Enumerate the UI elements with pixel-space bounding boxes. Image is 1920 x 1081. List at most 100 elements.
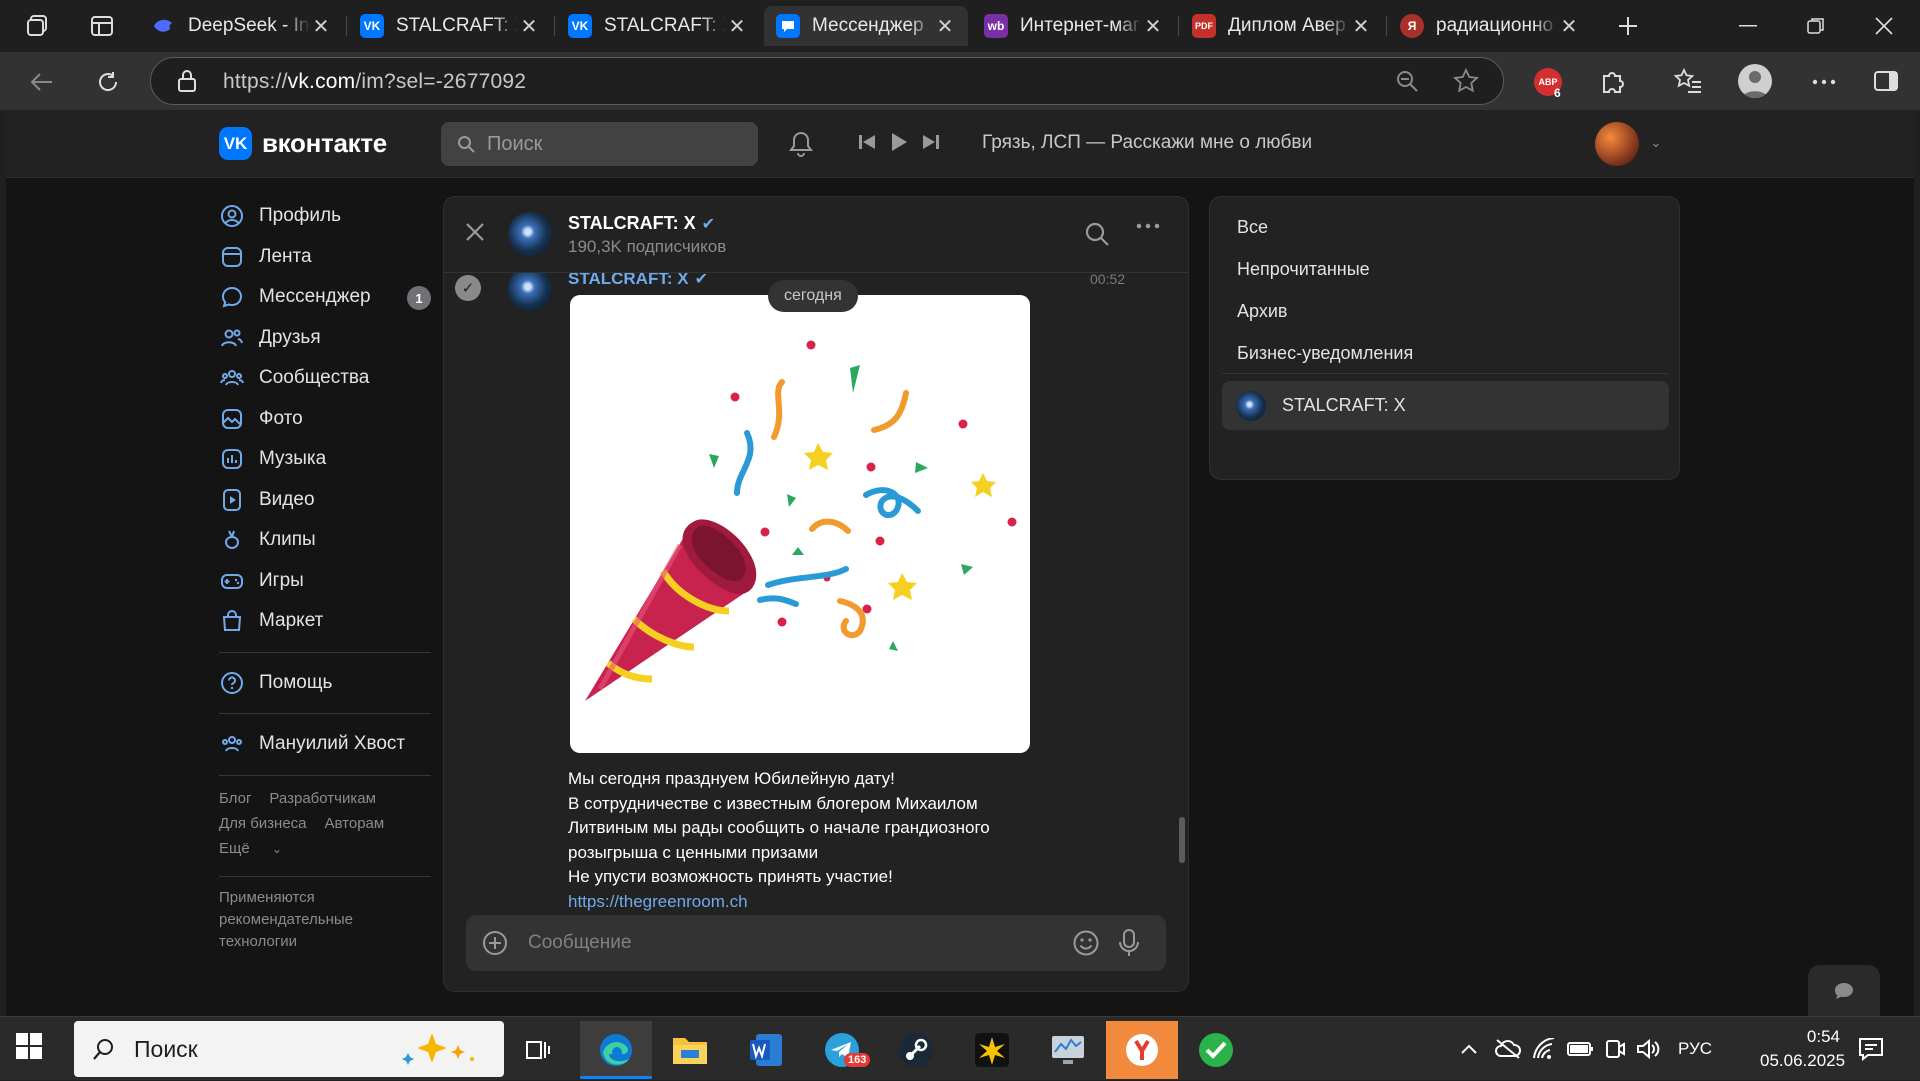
browser-tab[interactable]: VK STALCRAFT: X ✕	[556, 6, 760, 46]
filter-all[interactable]: Все	[1237, 217, 1268, 238]
sidebar-item-friends[interactable]: Друзья	[219, 318, 431, 359]
extensions-puzzle-icon[interactable]	[1600, 68, 1626, 94]
chevron-down-icon[interactable]: ⌄	[1650, 134, 1662, 151]
search-icon[interactable]	[1084, 221, 1110, 247]
previous-track-icon[interactable]	[858, 133, 876, 151]
browser-tab[interactable]: Я радиационно ✕	[1388, 6, 1592, 46]
lock-icon[interactable]	[177, 69, 197, 93]
volume-icon[interactable]	[1636, 1038, 1660, 1060]
notification-center-icon[interactable]	[1858, 1037, 1884, 1061]
attach-plus-icon[interactable]	[482, 930, 508, 956]
task-view-icon[interactable]	[502, 1021, 574, 1079]
browser-menu-icon[interactable]	[1812, 79, 1836, 85]
message-select-checkbox[interactable]: ✓	[455, 275, 481, 301]
close-icon[interactable]	[464, 221, 486, 243]
new-tab-icon[interactable]	[1612, 10, 1644, 42]
vk-search-input[interactable]: Поиск	[441, 122, 758, 166]
minimize-icon[interactable]	[1714, 0, 1782, 52]
favorites-list-icon[interactable]	[1674, 68, 1702, 94]
message-input[interactable]	[528, 925, 1048, 961]
user-avatar[interactable]	[1595, 122, 1639, 166]
steam-icon[interactable]	[880, 1021, 952, 1079]
tab-close-icon[interactable]: ✕	[518, 15, 540, 38]
chevron-up-icon[interactable]	[1460, 1043, 1484, 1055]
tab-close-icon[interactable]: ✕	[310, 15, 332, 38]
footer-link[interactable]: Блог	[219, 790, 251, 807]
workspaces-icon[interactable]	[22, 10, 54, 42]
footer-link[interactable]: Для бизнеса	[219, 815, 307, 832]
next-track-icon[interactable]	[922, 133, 940, 151]
emoji-icon[interactable]	[1072, 929, 1100, 957]
filter-business-notifications[interactable]: Бизнес-уведомления	[1237, 343, 1413, 364]
favorite-star-icon[interactable]	[1453, 68, 1479, 94]
taskbar-search[interactable]: Поиск	[74, 1021, 504, 1077]
chats-popup-button[interactable]	[1808, 965, 1880, 1016]
tab-close-icon[interactable]: ✕	[726, 15, 748, 38]
wifi-icon[interactable]	[1532, 1038, 1556, 1060]
restore-icon[interactable]	[1782, 0, 1850, 52]
language-indicator[interactable]: РУС	[1678, 1039, 1712, 1059]
address-bar[interactable]: https://vk.com/im?sel=-2677092	[150, 57, 1504, 105]
now-playing-track[interactable]: Грязь, ЛСП — Расскажи мне о любви	[982, 132, 1312, 154]
telegram-icon[interactable]: 163	[806, 1021, 878, 1079]
browser-tab-active[interactable]: Мессенджер ✕	[764, 6, 968, 46]
play-icon[interactable]	[890, 132, 908, 152]
system-clock[interactable]: 0:54 05.06.2025	[1760, 1025, 1845, 1073]
sidebar-item-games[interactable]: Игры	[219, 561, 431, 602]
file-explorer-icon[interactable]	[654, 1021, 726, 1079]
cloud-offline-icon[interactable]	[1494, 1038, 1522, 1060]
footer-link[interactable]: Авторам	[325, 815, 385, 832]
sidebar-item-communities[interactable]: Сообщества	[219, 358, 431, 399]
close-window-icon[interactable]	[1850, 0, 1918, 52]
sidebar-item-help[interactable]: Помощь	[219, 663, 431, 704]
sidebar-toggle-icon[interactable]	[1874, 70, 1898, 92]
refresh-icon[interactable]	[90, 64, 126, 100]
more-options-icon[interactable]	[1136, 223, 1160, 229]
filter-archive[interactable]: Архив	[1237, 301, 1287, 322]
sidebar-item-video[interactable]: Видео	[219, 480, 431, 521]
sidebar-item-music[interactable]: Музыка	[219, 439, 431, 480]
message-link[interactable]: https://thegreenroom.ch	[568, 890, 1038, 914]
vk-logo[interactable]: VK вконтакте	[219, 127, 387, 160]
edge-icon[interactable]	[580, 1021, 652, 1079]
sidebar-item-messenger[interactable]: Мессенджер 1	[219, 277, 431, 318]
meet-now-icon[interactable]	[1604, 1038, 1626, 1060]
footer-link[interactable]: Разработчикам	[269, 790, 375, 807]
battery-icon[interactable]	[1566, 1039, 1594, 1059]
sidebar-item-market[interactable]: Маркет	[219, 601, 431, 642]
party-popper-sticker[interactable]	[570, 295, 1030, 753]
monitor-icon[interactable]	[1032, 1021, 1104, 1079]
checkmark-app-icon[interactable]	[1180, 1021, 1252, 1079]
sidebar-item-photos[interactable]: Фото	[219, 399, 431, 440]
notifications-bell-icon[interactable]	[788, 130, 814, 158]
chat-title[interactable]: STALCRAFT: X ✔	[568, 213, 715, 234]
windows-start-icon[interactable]	[16, 1033, 42, 1059]
tab-close-icon[interactable]: ✕	[1350, 15, 1372, 38]
sidebar-item-community[interactable]: Мануилий Хвост	[219, 724, 431, 765]
filter-unread[interactable]: Непрочитанные	[1237, 259, 1370, 280]
recommendation-note[interactable]: Применяются рекомендательные технологии	[219, 887, 431, 953]
sidebar-item-clips[interactable]: Клипы	[219, 520, 431, 561]
back-icon[interactable]	[24, 64, 60, 100]
tab-close-icon[interactable]: ✕	[934, 15, 956, 38]
footer-link-more[interactable]: Ещё ⌄	[219, 840, 300, 857]
microphone-icon[interactable]	[1118, 928, 1140, 958]
sidebar-item-feed[interactable]: Лента	[219, 237, 431, 278]
word-icon[interactable]	[730, 1021, 802, 1079]
browser-tab[interactable]: VK STALCRAFT: X ✕	[348, 6, 552, 46]
yandex-browser-icon[interactable]	[1106, 1021, 1178, 1079]
chat-avatar[interactable]	[508, 212, 552, 256]
browser-tab[interactable]: PDF Диплом Авер ✕	[1180, 6, 1384, 46]
sender-avatar[interactable]	[508, 273, 552, 311]
nova-icon[interactable]	[956, 1021, 1028, 1079]
copilot-sparkle-icon[interactable]	[394, 1031, 484, 1067]
browser-tab[interactable]: DeepSeek - Int ✕	[140, 6, 344, 46]
tab-close-icon[interactable]: ✕	[1142, 15, 1164, 38]
zoom-out-icon[interactable]	[1395, 69, 1419, 93]
sidebar-item-profile[interactable]: Профиль	[219, 196, 431, 237]
message-history[interactable]: ✓ STALCRAFT: X ✔ 00:52 сегодня Мы сегодн…	[444, 273, 1188, 914]
message-sender[interactable]: STALCRAFT: X ✔	[568, 273, 708, 289]
browser-profile-icon[interactable]	[1738, 64, 1772, 98]
tab-close-icon[interactable]: ✕	[1558, 15, 1580, 38]
vertical-tabs-icon[interactable]	[86, 10, 118, 42]
